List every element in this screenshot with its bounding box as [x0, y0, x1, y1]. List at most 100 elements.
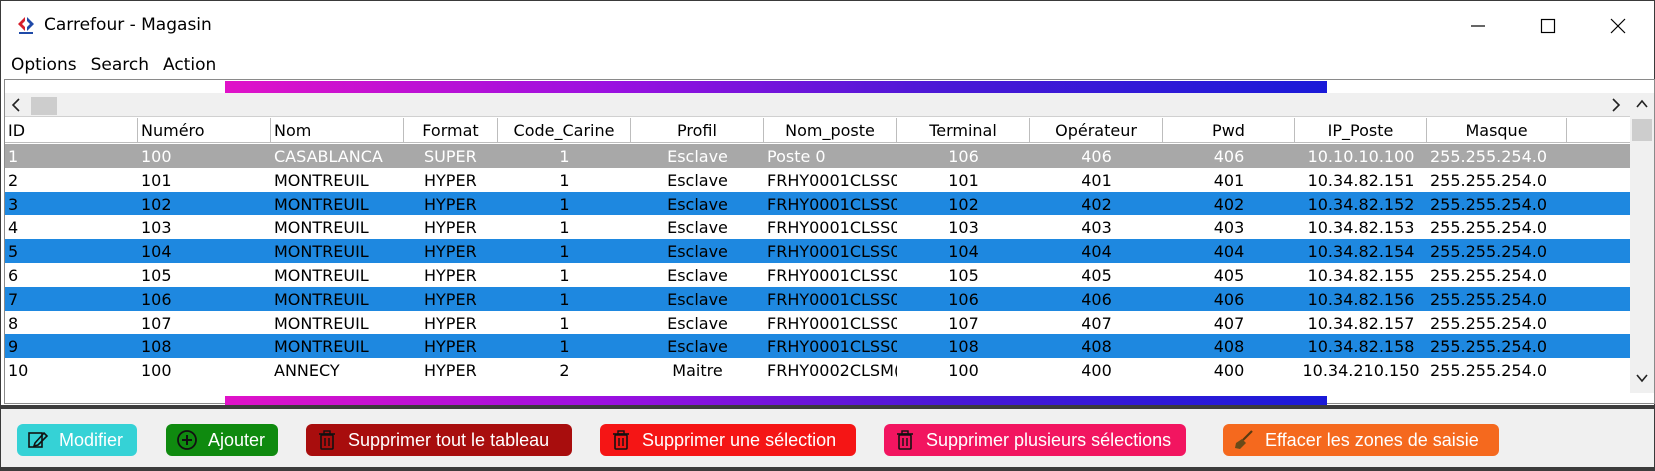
menu-action[interactable]: Action [163, 55, 216, 75]
table-cell: 10.34.82.154 [1307, 242, 1415, 262]
table-row[interactable]: 10 100 ANNECY HYPER 2 Maitre FRHY0002CLSM(100 4… [5, 358, 1630, 384]
table-cell: 255.255.254.0 [1430, 313, 1548, 333]
table-cell: Maitre [672, 361, 723, 381]
table-row[interactable]: 5 104 MONTREUIL HYPER 1 Esclave FRHY0001CLSS0 1… [5, 239, 1630, 265]
scroll-down-icon[interactable] [1635, 371, 1649, 385]
vertical-scrollbar[interactable] [1630, 93, 1654, 393]
column-header-nom[interactable]: Nom [271, 118, 404, 143]
column-header-num-ro[interactable]: Numéro [138, 118, 271, 143]
maximize-button[interactable] [1513, 1, 1583, 51]
button-supprimer-tout-le-tableau[interactable]: Supprimer tout le tableau [306, 424, 572, 456]
table-cell: 255.255.254.0 [1430, 170, 1548, 190]
column-header-op-rateur[interactable]: Opérateur [1030, 118, 1163, 143]
table-cell: Esclave [667, 218, 728, 238]
gradient-bar-top [225, 81, 1327, 93]
table-cell: 103 [948, 218, 979, 238]
button-label: Supprimer une sélection [642, 429, 837, 450]
column-header-terminal[interactable]: Terminal [897, 118, 1030, 143]
scroll-left-icon[interactable] [9, 97, 23, 113]
data-table: ID Numéro Nom Format Code_Carine Profil Nom_po… [5, 118, 1630, 395]
broom-icon [1233, 429, 1255, 451]
table-cell: Esclave [667, 170, 728, 190]
button-supprimer-plusieurs-selections[interactable]: Supprimer plusieurs sélections [884, 424, 1186, 456]
table-cell: 6 [8, 266, 19, 285]
table-cell: 105 [141, 266, 172, 285]
column-header-pwd[interactable]: Pwd [1163, 118, 1295, 143]
action-button-row: Modifier Ajouter Supprimer tout le tableau… [1, 409, 1654, 467]
table-cell: MONTREUIL [274, 170, 369, 190]
table-cell: 1 [559, 218, 570, 238]
table-cell: 10.34.82.156 [1307, 289, 1415, 309]
menu-bar: Options Search Action [1, 51, 1654, 79]
table-cell: 405 [1081, 266, 1112, 285]
table-cell: ANNECY [274, 361, 340, 381]
table-cell: 5 [8, 242, 19, 262]
data-grid: ID Numéro Nom Format Code_Carine Profil Nom_po… [4, 79, 1655, 408]
table-cell: 107 [141, 313, 172, 333]
table-row[interactable]: 3 102 MONTREUIL HYPER 1 Esclave FRHY0001CLSS0 1… [5, 191, 1630, 217]
table-cell: HYPER [424, 289, 477, 309]
scroll-up-icon[interactable] [1635, 97, 1649, 111]
scroll-right-icon[interactable] [1609, 97, 1623, 113]
table-cell: 402 [1081, 194, 1112, 214]
trash-icon [316, 429, 338, 451]
table-cell: 105 [948, 266, 979, 285]
table-row[interactable]: 1 100 CASABLANCA SUPER 1 Esclave Poste 0 106 406… [5, 144, 1630, 169]
maximize-icon [1540, 18, 1556, 34]
edit-icon [27, 429, 49, 451]
table-cell: 406 [1213, 289, 1245, 309]
column-header-id[interactable]: ID [5, 118, 138, 143]
column-header-masque[interactable]: Masque [1427, 118, 1567, 143]
table-cell: FRHY0002CLSM( [767, 361, 897, 381]
column-header-nom-poste[interactable]: Nom_poste [764, 118, 897, 143]
column-header-format[interactable]: Format [404, 118, 498, 143]
table-cell: 405 [1213, 266, 1245, 285]
table-cell: 404 [1081, 242, 1112, 262]
table-cell: 403 [1213, 218, 1245, 238]
table-cell: Esclave [667, 313, 728, 333]
title-bar: Carrefour - Magasin [1, 1, 1654, 51]
button-modifier[interactable]: Modifier [17, 424, 137, 456]
horizontal-scrollbar[interactable] [5, 93, 1630, 117]
button-label: Ajouter [208, 429, 266, 450]
table-cell: 255.255.254.0 [1430, 289, 1548, 309]
button-label: Supprimer tout le tableau [348, 429, 550, 450]
table-cell: FRHY0001CLSS0 [767, 313, 897, 333]
minimize-button[interactable] [1443, 1, 1513, 51]
menu-search[interactable]: Search [91, 55, 149, 75]
table-cell: 8 [8, 313, 19, 333]
close-button[interactable] [1583, 1, 1653, 51]
table-cell: FRHY0001CLSS0 [767, 218, 897, 238]
menu-options[interactable]: Options [11, 55, 77, 75]
table-cell: 255.255.254.0 [1430, 218, 1548, 238]
column-header-code-carine[interactable]: Code_Carine [498, 118, 631, 143]
button-supprimer-une-selection[interactable]: Supprimer une sélection [600, 424, 856, 456]
table-cell: 10.34.82.151 [1307, 170, 1415, 190]
table-row[interactable]: 7 106 MONTREUIL HYPER 1 Esclave FRHY0001CLSS0 1… [5, 286, 1630, 312]
window-title: Carrefour - Magasin [44, 15, 212, 35]
horizontal-scroll-thumb[interactable] [31, 97, 57, 115]
vertical-scroll-thumb[interactable] [1632, 119, 1652, 141]
carrefour-logo-icon [18, 17, 34, 34]
button-effacer-les-zones-de-saisie[interactable]: Effacer les zones de saisie [1223, 424, 1499, 456]
table-cell: 401 [1213, 170, 1245, 190]
table-row[interactable]: 8 107 MONTREUIL HYPER 1 Esclave FRHY0001CLSS0 1… [5, 310, 1630, 336]
table-cell: 10 [8, 361, 29, 381]
table-cell: HYPER [424, 361, 477, 381]
table-cell: 100 [141, 147, 172, 166]
column-header-ip-poste[interactable]: IP_Poste [1295, 118, 1427, 143]
button-ajouter[interactable]: Ajouter [166, 424, 278, 456]
plus-circle-icon [176, 429, 198, 451]
table-cell: 101 [141, 170, 172, 190]
table-row[interactable]: 9 108 MONTREUIL HYPER 1 Esclave FRHY0001CLSS0 1… [5, 334, 1630, 360]
column-header-profil[interactable]: Profil [631, 118, 764, 143]
table-cell: FRHY0001CLSS0 [767, 337, 897, 357]
table-cell: 255.255.254.0 [1430, 194, 1548, 214]
table-row[interactable]: 2 101 MONTREUIL HYPER 1 Esclave FRHY0001CLSS0 1… [5, 167, 1630, 193]
table-cell: MONTREUIL [274, 289, 369, 309]
button-label: Supprimer plusieurs sélections [926, 429, 1172, 450]
table-cell: 10.34.82.155 [1307, 266, 1415, 285]
table-row[interactable]: 6 105 MONTREUIL HYPER 1 Esclave FRHY0001CLSS0 1… [5, 263, 1630, 288]
table-row[interactable]: 4 103 MONTREUIL HYPER 1 Esclave FRHY0001CLSS0 1… [5, 215, 1630, 241]
table-cell: MONTREUIL [274, 266, 369, 285]
